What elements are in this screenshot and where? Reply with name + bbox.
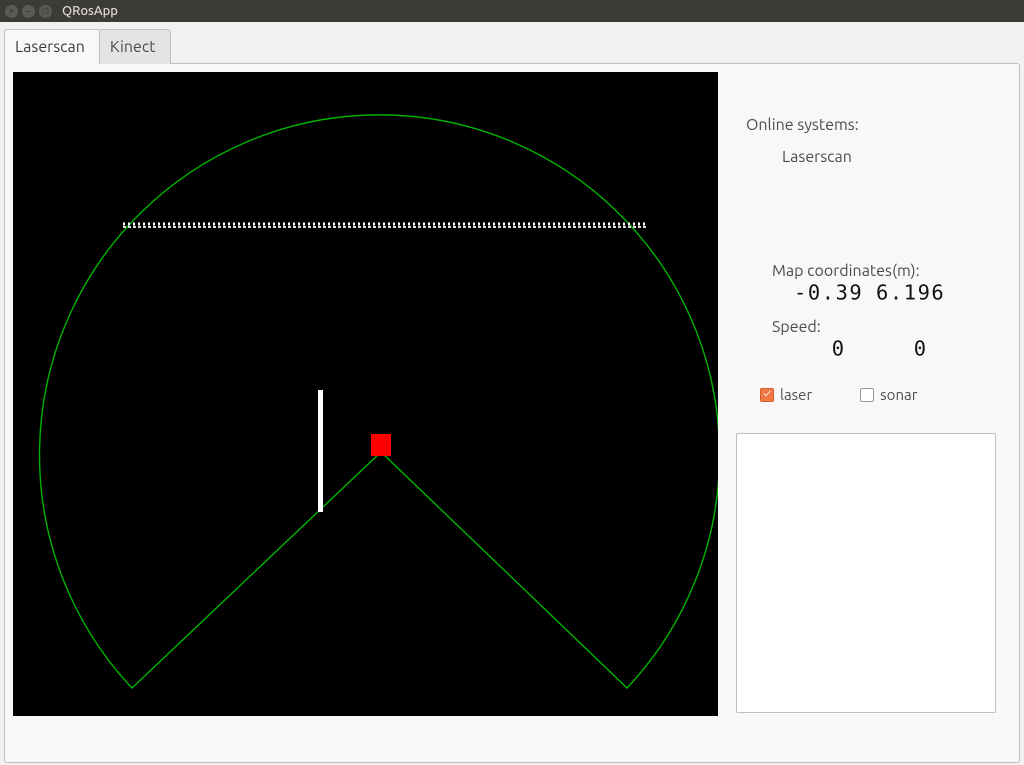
online-systems-label: Online systems:	[746, 116, 1001, 134]
svg-text:0: 0	[914, 338, 926, 360]
laser-checkbox-label: laser	[780, 386, 812, 403]
side-panel: Online systems: Laserscan Map coordinate…	[718, 72, 1011, 754]
app-title: QRosApp	[62, 4, 118, 18]
map-x-value: -0.39	[794, 282, 854, 308]
tab-label: Kinect	[110, 38, 156, 56]
map-coordinates-label: Map coordinates(m):	[772, 262, 1001, 280]
laser-checkbox[interactable]: laser	[760, 386, 812, 403]
speed-display: 0 0	[794, 338, 1001, 364]
lcd-digits-icon: 0	[794, 338, 888, 360]
tab-strip: Laserscan Kinect	[0, 22, 1024, 63]
tab-kinect[interactable]: Kinect	[99, 29, 171, 64]
sensor-checkboxes: laser sonar	[760, 386, 1001, 403]
svg-text:-0.39: -0.39	[794, 282, 863, 304]
checkbox-checked-icon	[760, 388, 774, 402]
lcd-digits-icon: 6.196	[876, 282, 970, 304]
titlebar: × − □ QRosApp	[0, 0, 1024, 22]
svg-text:0: 0	[832, 338, 844, 360]
lcd-digits-icon: 0	[876, 338, 970, 360]
close-icon[interactable]: ×	[5, 5, 18, 18]
svg-text:6.196: 6.196	[876, 282, 945, 304]
map-y-value: 6.196	[876, 282, 936, 308]
robot-marker	[371, 434, 391, 456]
minimize-icon[interactable]: −	[22, 5, 35, 18]
tab-panel: Online systems: Laserscan Map coordinate…	[4, 63, 1020, 763]
laser-fov-arc	[40, 115, 718, 688]
lcd-digits-icon: -0.39	[794, 282, 888, 304]
window-controls: × − □	[5, 5, 52, 18]
speed-label: Speed:	[772, 318, 1001, 336]
laserscan-canvas[interactable]	[13, 72, 718, 716]
speed-y-value: 0	[876, 338, 936, 364]
log-textarea[interactable]	[736, 433, 996, 713]
online-system-item: Laserscan	[782, 148, 1001, 166]
sonar-checkbox[interactable]: sonar	[860, 386, 917, 403]
map-coordinates-display: -0.39 6.196	[794, 282, 1001, 308]
speed-x-value: 0	[794, 338, 854, 364]
checkbox-unchecked-icon	[860, 388, 874, 402]
maximize-icon[interactable]: □	[39, 5, 52, 18]
laser-near-obstacle	[318, 390, 323, 512]
tab-label: Laserscan	[15, 38, 85, 56]
tab-laserscan[interactable]: Laserscan	[4, 29, 100, 64]
laser-scan-points	[123, 224, 646, 227]
sonar-checkbox-label: sonar	[880, 386, 917, 403]
